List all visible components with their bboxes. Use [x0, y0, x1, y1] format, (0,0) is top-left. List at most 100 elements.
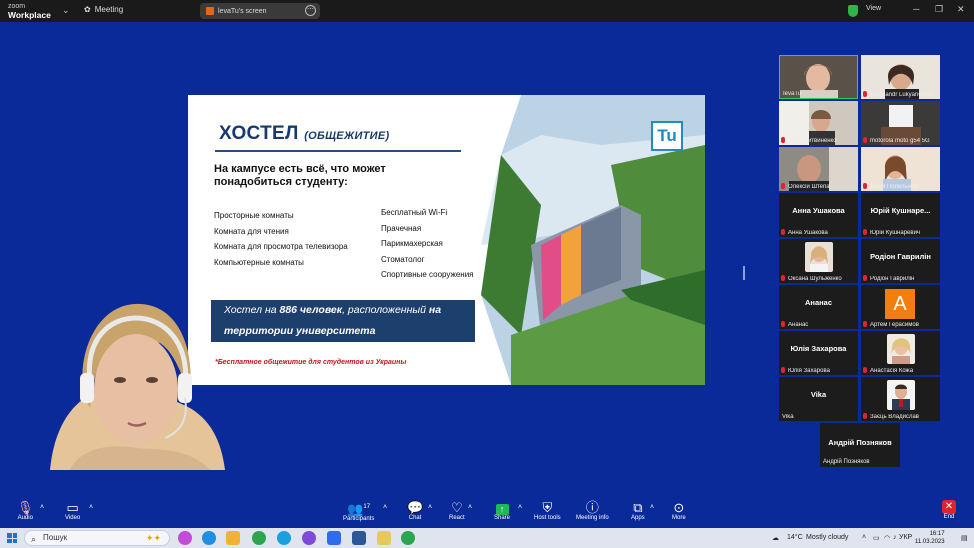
chrome-icon[interactable]: [401, 531, 415, 545]
chevron-up-icon[interactable]: ˄: [89, 504, 93, 511]
list-item: Парикмахерская: [381, 239, 443, 248]
participant-tile[interactable]: Оксана Шульженко: [779, 239, 858, 283]
participant-tile[interactable]: Родіон Гаврилін Родіон Гаврилін: [861, 239, 940, 283]
list-item: Бесплатный Wi-Fi: [381, 208, 448, 217]
share-label: levaTu's screen: [218, 7, 267, 15]
end-button[interactable]: ✕ End: [942, 500, 956, 520]
zoom-taskbar-icon[interactable]: [327, 531, 341, 545]
taskbar-search[interactable]: ⌕ Пошук ✦✦: [24, 530, 170, 546]
chevron-up-icon[interactable]: ˄: [383, 504, 387, 511]
media-player-icon[interactable]: [377, 531, 391, 545]
participant-name: Ананас: [788, 322, 809, 328]
shared-slide: ХОСТЕЛ (ОБЩЕЖИТИЕ) На кампусе есть всё, …: [188, 95, 705, 385]
participant-tile[interactable]: Олексій Штепа: [779, 147, 858, 191]
participant-tile[interactable]: A Артем Герасимов: [861, 285, 940, 329]
windows-taskbar: ⌕ Пошук ✦✦ ☁ 14°C Mostly cloudy ˄ ▭ ◠ ♪ …: [0, 528, 974, 548]
notification-icon[interactable]: ▤: [961, 534, 968, 542]
minimize-icon[interactable]: ─: [913, 4, 919, 14]
participant-tile[interactable]: motorola moto g54 5G: [861, 101, 940, 145]
participant-tile[interactable]: Oleksandr Lukyanenko: [861, 55, 940, 99]
chevron-up-icon[interactable]: ˄: [650, 504, 654, 511]
restore-icon[interactable]: ❐: [935, 4, 943, 15]
edge-icon[interactable]: [202, 531, 216, 545]
close-icon[interactable]: ✕: [957, 4, 965, 15]
word-icon[interactable]: [352, 531, 366, 545]
participant-name: Оксана Шульженко: [788, 276, 842, 282]
weather-desc[interactable]: Mostly cloudy: [806, 534, 848, 541]
participant-tile[interactable]: Юлія Захарова Юлія Захарова: [779, 331, 858, 375]
list-item: Комната для просмотра телевизора: [214, 242, 348, 251]
amenities-list-right: Бесплатный Wi-Fi Прачечная Парикмахерска…: [381, 205, 474, 283]
share-button[interactable]: ↑ Share: [494, 500, 510, 521]
participant-tile[interactable]: Дарія Попельнюх: [861, 147, 940, 191]
chat-icon: 💬: [407, 500, 424, 515]
meeting-menu[interactable]: ✿ Meeting: [84, 5, 123, 14]
share-screen-icon: [206, 7, 214, 15]
view-button[interactable]: View: [866, 5, 881, 12]
audio-button[interactable]: 🎙 Audio: [17, 500, 34, 521]
apps-label: Apps: [631, 515, 645, 521]
wifi-icon[interactable]: ◠: [884, 534, 890, 542]
chevron-down-icon[interactable]: ⌄: [62, 5, 70, 16]
participant-tile[interactable]: Ананас Ананас: [779, 285, 858, 329]
banner-count: 886 человек: [279, 304, 343, 316]
chevron-up-icon[interactable]: ˄: [862, 534, 866, 541]
meeting-info-button[interactable]: ⓘ Meeting info: [576, 500, 609, 521]
participants-button[interactable]: 👥17 Participants: [343, 500, 374, 522]
banner-text: Хостел на: [224, 304, 280, 316]
weather-temp[interactable]: 14°C: [787, 534, 803, 541]
more-options-icon[interactable]: ⋯: [305, 5, 316, 16]
mic-muted-icon: [863, 321, 867, 327]
chat-button[interactable]: 💬 Chat: [407, 500, 423, 521]
battery-icon[interactable]: ▭: [873, 534, 880, 542]
language-indicator[interactable]: УКР: [899, 534, 912, 541]
participant-name: Юрій Кушнаревич: [870, 230, 921, 236]
mic-muted-icon: [863, 367, 867, 373]
apps-icon: ⧉: [633, 500, 643, 515]
slide-lead: На кампусе есть всё, что может понадобит…: [214, 163, 386, 188]
mic-muted-icon: [781, 367, 785, 373]
viber-icon[interactable]: [302, 531, 316, 545]
participant-tile[interactable]: Заєць Владислав: [861, 377, 940, 421]
skype-icon[interactable]: [277, 531, 291, 545]
clock-date: 11.03.2023: [915, 539, 945, 545]
apps-button[interactable]: ⧉ Apps: [631, 500, 645, 521]
participant-name: Алла Литвиненко: [788, 138, 837, 144]
volume-icon[interactable]: ♪: [893, 534, 897, 541]
participants-icon: 👥17: [347, 501, 371, 517]
screen-share-indicator[interactable]: levaTu's screen ⋯: [200, 3, 320, 19]
taskbar-clock[interactable]: 16:17 11.03.2023: [915, 530, 945, 546]
participant-display-name: Юрій Кушнаре...: [870, 206, 931, 215]
mic-muted-icon: [863, 229, 867, 235]
participant-tile[interactable]: Алла Литвиненко: [779, 101, 858, 145]
file-explorer-icon[interactable]: [226, 531, 240, 545]
participant-tile[interactable]: Юрій Кушнаре... Юрій Кушнаревич: [861, 193, 940, 237]
shield-icon[interactable]: [848, 5, 858, 17]
windows-start-icon[interactable]: [7, 533, 17, 543]
more-button[interactable]: ⊙ More: [672, 500, 686, 521]
host-tools-button[interactable]: ⛨ Host tools: [534, 500, 561, 521]
video-label: Video: [65, 515, 81, 521]
mic-muted-icon: [863, 275, 867, 281]
chrome-icon[interactable]: [252, 531, 266, 545]
participant-tile[interactable]: Анна Ушакова Анна Ушакова: [779, 193, 858, 237]
avatar: [887, 334, 915, 364]
participant-tile[interactable]: Vika Vika: [779, 377, 858, 421]
copilot-icon[interactable]: [178, 531, 192, 545]
participant-display-name: Ананас: [805, 298, 832, 307]
chevron-up-icon[interactable]: ˄: [468, 504, 472, 511]
chevron-up-icon[interactable]: ˄: [518, 504, 522, 511]
chevron-up-icon[interactable]: ˄: [40, 504, 44, 511]
shield-icon: ⛨: [542, 500, 553, 515]
participant-tile[interactable]: Андрій Позняков Андрій Позняков: [820, 423, 900, 467]
resize-handle[interactable]: [743, 266, 745, 280]
participant-tile[interactable]: IevaTu: [779, 55, 858, 99]
weather-icon[interactable]: ☁: [772, 534, 779, 542]
participant-tile[interactable]: Анастасія Кожа: [861, 331, 940, 375]
react-button[interactable]: ♡ React: [449, 500, 465, 521]
tu-logo: Tu: [651, 121, 683, 151]
video-button[interactable]: ▭ Video: [65, 500, 80, 521]
meeting-info-label: Meeting info: [576, 515, 609, 521]
slide-title-sub: (ОБЩЕЖИТИЕ): [304, 130, 390, 142]
chevron-up-icon[interactable]: ˄: [428, 504, 432, 511]
